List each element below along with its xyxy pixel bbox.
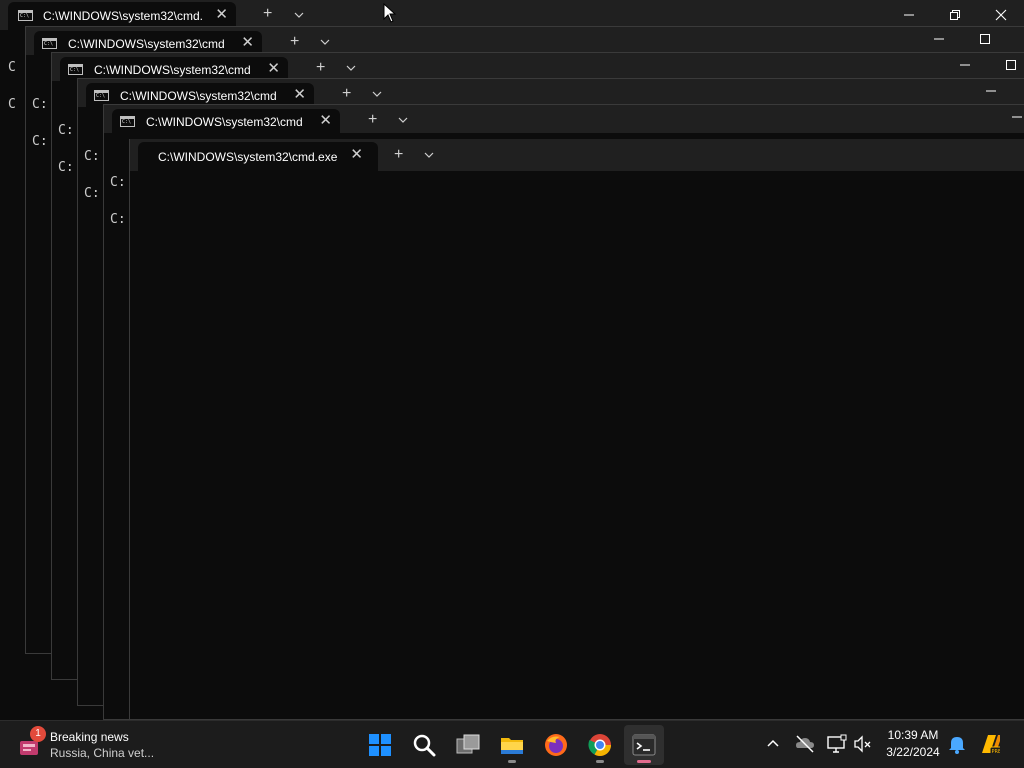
- running-indicator: [596, 760, 604, 763]
- start-icon: [369, 734, 391, 756]
- minimize-button[interactable]: [968, 79, 1014, 106]
- tab-dropdown-icon[interactable]: [290, 6, 308, 24]
- tab-title: C:\WINDOWS\system32\cmd.exe: [158, 150, 338, 164]
- terminal-icon: [632, 734, 656, 756]
- clock-date: 3/22/2024: [886, 745, 940, 759]
- task-view-button[interactable]: [448, 725, 488, 765]
- notification-bell-icon[interactable]: [946, 733, 968, 755]
- tab-title: C:\WINDOWS\system32\cmd: [94, 63, 251, 77]
- file-explorer-button[interactable]: [492, 725, 532, 765]
- minimize-button[interactable]: [994, 105, 1024, 132]
- tab-title: C:\WINDOWS\system32\cmd: [146, 115, 303, 129]
- maximize-button[interactable]: [988, 53, 1024, 80]
- prompt-text: C:: [32, 97, 48, 112]
- copilot-preview-icon[interactable]: PRE: [978, 731, 1000, 753]
- prompt-text: C:: [84, 149, 100, 164]
- mouse-cursor-icon: [383, 3, 397, 23]
- prompt-text: C:: [58, 123, 74, 138]
- close-tab-icon[interactable]: ✕: [293, 85, 306, 105]
- cmd-icon: [42, 38, 57, 49]
- prompt-text: C:: [110, 212, 126, 227]
- running-indicator: [508, 760, 516, 763]
- new-tab-button[interactable]: +: [263, 5, 272, 23]
- tab-title: C:\WINDOWS\system32\cmd.: [43, 9, 204, 23]
- onedrive-offline-icon[interactable]: [794, 733, 816, 755]
- active-indicator: [637, 760, 651, 763]
- volume-muted-icon[interactable]: [852, 733, 874, 755]
- cmd-icon: [18, 10, 33, 21]
- chrome-button[interactable]: [580, 725, 620, 765]
- cmd-icon: [94, 90, 109, 101]
- new-tab-button[interactable]: +: [342, 85, 351, 103]
- tab-title: C:\WINDOWS\system32\cmd: [120, 89, 277, 103]
- close-tab-icon[interactable]: ✕: [319, 111, 332, 131]
- terminal-button[interactable]: [624, 725, 664, 765]
- new-tab-button[interactable]: +: [316, 59, 325, 77]
- news-title: Breaking news: [50, 730, 129, 744]
- prompt-text: C: [8, 97, 16, 112]
- new-tab-button[interactable]: +: [368, 111, 377, 129]
- file-explorer-icon: [501, 738, 523, 754]
- terminal-window-active: C:\WINDOWS\system32\cmd.exe ✕ +: [129, 139, 1024, 720]
- news-widget[interactable]: 1 Breaking news Russia, China vet...: [14, 726, 184, 763]
- tab-dropdown-icon[interactable]: [368, 85, 386, 103]
- tab-dropdown-icon[interactable]: [342, 59, 360, 77]
- minimize-button[interactable]: [942, 53, 988, 80]
- news-subtitle: Russia, China vet...: [50, 746, 155, 760]
- tab-dropdown-icon[interactable]: [316, 33, 334, 51]
- taskbar: 1 Breaking news Russia, China vet... 10:…: [0, 720, 1024, 768]
- prompt-text: C:: [58, 160, 74, 175]
- prompt-text: C:: [32, 134, 48, 149]
- cmd-icon: [120, 116, 135, 127]
- clock[interactable]: 10:39 AM 3/22/2024: [876, 727, 950, 761]
- new-tab-button[interactable]: +: [394, 146, 403, 164]
- search-button[interactable]: [404, 725, 444, 765]
- cmd-icon: [68, 64, 83, 75]
- chevron-up-icon[interactable]: [762, 733, 784, 755]
- terminal-output[interactable]: [130, 171, 1024, 719]
- notification-badge: 1: [30, 726, 46, 742]
- network-icon[interactable]: [826, 733, 848, 755]
- tab-dropdown-icon[interactable]: [394, 111, 412, 129]
- close-tab-icon[interactable]: ✕: [215, 5, 228, 25]
- chrome-icon: [588, 734, 611, 756]
- tab-dropdown-icon[interactable]: [420, 146, 438, 164]
- maximize-button[interactable]: [962, 27, 1008, 54]
- tab[interactable]: C:\WINDOWS\system32\cmd.exe ✕: [138, 142, 378, 171]
- tab[interactable]: C:\WINDOWS\system32\cmd ✕: [112, 109, 340, 135]
- prompt-text: C:: [84, 186, 100, 201]
- prompt-text: C: [8, 60, 16, 75]
- close-tab-icon[interactable]: ✕: [350, 145, 363, 165]
- clock-time: 10:39 AM: [887, 728, 939, 742]
- tab-title: C:\WINDOWS\system32\cmd: [68, 37, 225, 51]
- search-icon: [413, 734, 436, 757]
- firefox-button[interactable]: [536, 725, 576, 765]
- task-view-icon: [456, 734, 480, 754]
- firefox-icon: [545, 734, 567, 756]
- svg-text:PRE: PRE: [992, 749, 1001, 753]
- new-tab-button[interactable]: +: [290, 33, 299, 51]
- close-tab-icon[interactable]: ✕: [241, 33, 254, 53]
- close-tab-icon[interactable]: ✕: [267, 59, 280, 79]
- minimize-button[interactable]: [916, 27, 962, 54]
- prompt-text: C:: [110, 175, 126, 190]
- start-button[interactable]: [360, 725, 400, 765]
